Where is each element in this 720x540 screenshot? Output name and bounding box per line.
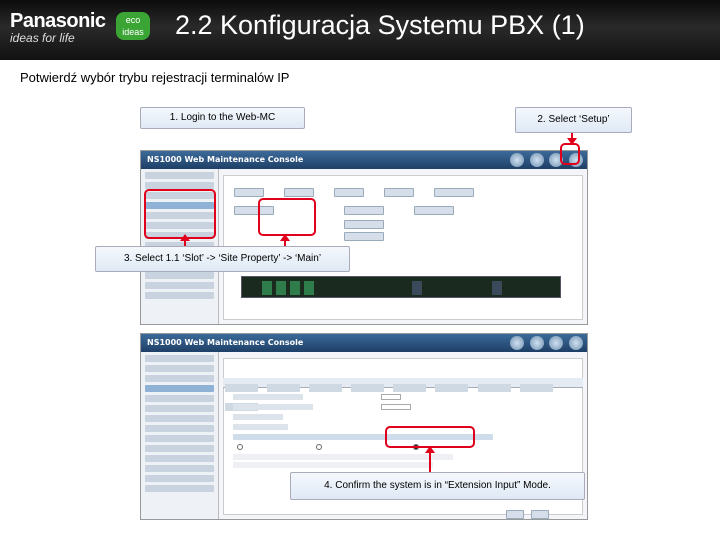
arrow-step3-b-head [280, 234, 290, 241]
step4-callout: 4. Confirm the system is in “Extension I… [290, 472, 585, 500]
arrow-step4-head [425, 446, 435, 453]
step1-callout: 1. Login to the Web-MC [140, 107, 305, 129]
step3-callout: 3. Select 1.1 ‘Slot’ -> ‘Site Property’ … [95, 246, 350, 272]
step2-callout: 2. Select ‘Setup’ [515, 107, 632, 133]
arrow-step2-head [567, 138, 577, 145]
arrow-step3-a-head [180, 234, 190, 241]
